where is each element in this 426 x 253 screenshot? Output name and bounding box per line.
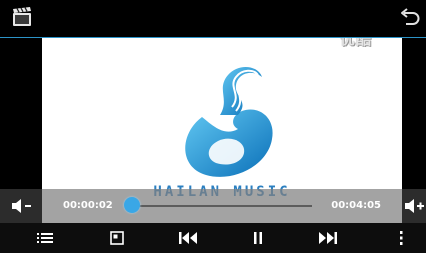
- top-bar: [0, 0, 426, 38]
- volume-down-button[interactable]: [0, 189, 42, 223]
- next-track-icon[interactable]: [318, 230, 338, 246]
- previous-track-icon[interactable]: [178, 230, 198, 246]
- playlist-icon[interactable]: [36, 230, 54, 246]
- back-arrow-icon[interactable]: [397, 4, 423, 30]
- current-time: 00:00:02: [63, 200, 113, 211]
- screen-mode-icon[interactable]: [108, 230, 126, 246]
- more-vertical-icon[interactable]: [396, 230, 406, 246]
- total-time: 00:04:05: [331, 200, 381, 211]
- volume-up-icon: [405, 199, 424, 213]
- control-bar: [0, 223, 426, 253]
- pause-icon[interactable]: [249, 230, 267, 246]
- watermark: 优酷: [340, 38, 373, 48]
- seek-bar[interactable]: 00:00:02 00:04:05: [42, 189, 402, 223]
- hailan-logo: [185, 66, 273, 177]
- progress-track[interactable]: [130, 205, 312, 207]
- volume-down-icon: [12, 199, 31, 213]
- video-clapper-icon[interactable]: [12, 7, 32, 27]
- volume-up-button[interactable]: [402, 189, 426, 223]
- progress-thumb[interactable]: [123, 197, 140, 213]
